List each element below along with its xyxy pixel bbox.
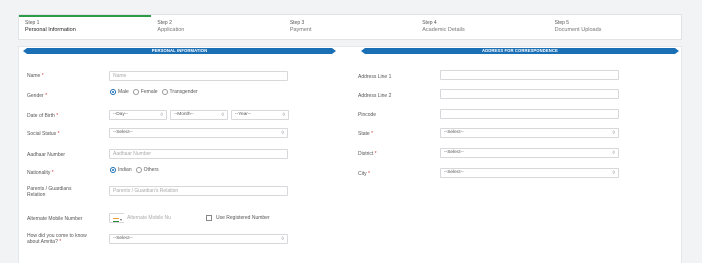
- radio-selected-icon[interactable]: [110, 167, 116, 173]
- chevron-updown-icon: ◊: [221, 112, 224, 118]
- state-select[interactable]: --Select-- ◊: [440, 128, 619, 138]
- chevron-updown-icon: ◊: [160, 112, 163, 118]
- step-progress-bar: Step 1 Personal Information Step 2 Appli…: [18, 14, 682, 40]
- district-label: District *: [358, 151, 377, 157]
- social-status-label: Social Status *: [27, 131, 60, 137]
- city-select[interactable]: --Select-- ◊: [440, 168, 619, 178]
- referral-select[interactable]: --Select-- ◊: [109, 234, 288, 244]
- pincode-input[interactable]: [440, 109, 619, 119]
- nationality-option-others[interactable]: Others: [135, 167, 159, 173]
- dob-label: Date of Birth *: [27, 113, 59, 119]
- address-line1-label: Address Line 1: [358, 74, 392, 80]
- name-input[interactable]: [109, 71, 288, 81]
- gender-option-female[interactable]: Female: [132, 89, 158, 95]
- form-card: PERSONAL INFORMATION ADDRESS FOR CORRESP…: [18, 46, 682, 263]
- radio-selected-icon[interactable]: [110, 89, 116, 95]
- social-status-select[interactable]: --Select-- ◊: [109, 128, 288, 138]
- gender-label: Gender *: [27, 93, 48, 99]
- nationality-radio-group: Indian Others: [110, 167, 161, 173]
- step-number: Step 3: [289, 20, 305, 26]
- use-registered-number-option[interactable]: Use Registered Number: [206, 215, 270, 221]
- dob-year-select[interactable]: --Year-- ◊: [231, 110, 289, 120]
- checkbox[interactable]: [206, 215, 212, 221]
- step-academic-details[interactable]: Step 4 Academic Details: [416, 15, 548, 39]
- india-flag-icon: [113, 218, 119, 222]
- city-label: City *: [358, 171, 370, 177]
- section-header-personal: PERSONAL INFORMATION: [23, 48, 336, 54]
- gender-option-transgender[interactable]: Transgender: [161, 89, 198, 95]
- chevron-updown-icon: ◊: [281, 236, 284, 242]
- nationality-option-indian[interactable]: Indian: [110, 167, 132, 173]
- country-code-selector[interactable]: ▾: [113, 216, 122, 224]
- chevron-updown-icon: ◊: [612, 170, 615, 176]
- dob-day-select[interactable]: --Day-- ◊: [109, 110, 167, 120]
- guardian-relation-input[interactable]: [109, 186, 288, 196]
- step-personal-information[interactable]: Step 1 Personal Information: [19, 15, 152, 39]
- name-label: Name *: [27, 73, 44, 79]
- chevron-updown-icon: ◊: [281, 130, 284, 136]
- radio-icon[interactable]: [135, 167, 142, 173]
- gender-radio-group: Male Female Transgender: [110, 89, 200, 95]
- step-document-uploads[interactable]: Step 5 Document Uploads: [549, 15, 681, 39]
- aadhaar-input[interactable]: [109, 149, 288, 159]
- address-line2-input[interactable]: [440, 89, 619, 99]
- nationality-label: Nationality *: [27, 170, 54, 176]
- step-number: Step 1: [25, 20, 40, 26]
- radio-icon[interactable]: [161, 89, 168, 95]
- chevron-down-icon: ▾: [120, 217, 123, 222]
- district-select[interactable]: --Select-- ◊: [440, 148, 619, 158]
- chevron-updown-icon: ◊: [612, 130, 615, 136]
- step-title: Document Uploads: [554, 27, 602, 33]
- alt-mobile-label: Alternate Mobile Number: [27, 216, 83, 222]
- step-number: Step 5: [554, 20, 570, 26]
- step-number: Step 2: [157, 20, 172, 26]
- guardian-relation-label: Parents / Guardians Relation: [27, 186, 72, 198]
- referral-label: How did you come to know about Amrita? *: [27, 233, 87, 245]
- step-number: Step 4: [422, 20, 437, 26]
- pincode-label: Pincode: [358, 112, 377, 118]
- alt-mobile-field: ▾: [109, 213, 184, 223]
- section-header-address: ADDRESS FOR CORRESPONDENCE: [361, 48, 679, 54]
- state-label: State *: [358, 131, 374, 137]
- address-line2-label: Address Line 2: [358, 93, 392, 99]
- step-application[interactable]: Step 2 Application: [151, 15, 283, 39]
- step-payment[interactable]: Step 3 Payment: [284, 15, 416, 39]
- step-title: Payment: [289, 27, 312, 33]
- step-title: Application: [157, 27, 185, 33]
- radio-icon[interactable]: [132, 89, 139, 95]
- address-line1-input[interactable]: [440, 70, 619, 80]
- step-title: Academic Details: [422, 27, 465, 33]
- dob-month-select[interactable]: --Month-- ◊: [170, 110, 228, 120]
- alt-mobile-input[interactable]: [124, 213, 184, 223]
- gender-option-male[interactable]: Male: [110, 89, 129, 95]
- step-title: Personal Information: [25, 27, 76, 33]
- chevron-updown-icon: ◊: [282, 112, 285, 118]
- chevron-updown-icon: ◊: [612, 150, 615, 156]
- aadhaar-label: Aadhaar Number: [27, 152, 66, 158]
